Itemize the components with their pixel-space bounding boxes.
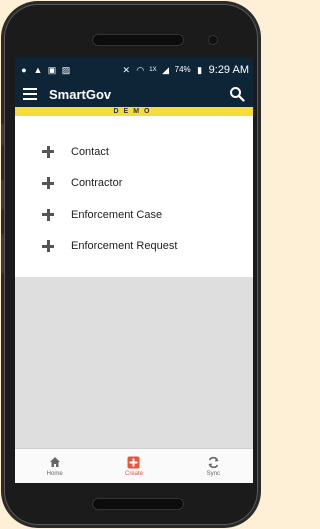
network-label: 1X bbox=[149, 66, 157, 73]
phone-screen: ● ▲ ▣ ▨ ✕ ◠ 1X ◢ 74% ▮ 9:29 AM SmartGov … bbox=[15, 58, 253, 483]
battery-icon: ▮ bbox=[197, 64, 203, 75]
wifi-icon: ◠ bbox=[136, 64, 145, 75]
message-icon: ● bbox=[21, 64, 27, 75]
app-title: SmartGov bbox=[49, 86, 112, 102]
battery-percent: 74% bbox=[174, 65, 191, 74]
tab-home[interactable]: Home bbox=[15, 449, 94, 483]
app-bar: SmartGov bbox=[15, 81, 253, 107]
sync-icon bbox=[207, 455, 220, 469]
bottom-speaker bbox=[92, 498, 184, 510]
plus-square-icon bbox=[127, 455, 140, 469]
create-item-enforcement-case[interactable]: Enforcement Case bbox=[15, 199, 253, 231]
earpiece-speaker bbox=[92, 34, 184, 46]
create-item-label: Contact bbox=[71, 145, 109, 158]
tab-sync[interactable]: Sync bbox=[174, 449, 253, 483]
document-icon: ▣ bbox=[47, 64, 57, 75]
create-item-label: Enforcement Case bbox=[71, 208, 163, 221]
create-item-contractor[interactable]: Contractor bbox=[15, 168, 253, 200]
tab-create[interactable]: Create bbox=[94, 449, 173, 483]
demo-banner: DEMO bbox=[15, 107, 253, 116]
create-item-enforcement-request[interactable]: Enforcement Request bbox=[15, 231, 253, 263]
status-bar: ● ▲ ▣ ▨ ✕ ◠ 1X ◢ 74% ▮ 9:29 AM bbox=[15, 58, 253, 81]
bottom-navigation: Home Create Sync bbox=[15, 448, 253, 483]
mute-icon: ✕ bbox=[122, 64, 131, 75]
tab-label: Sync bbox=[206, 471, 220, 477]
create-list: Contact Contractor Enforcement Case Enfo… bbox=[15, 116, 253, 277]
signal-icon: ◢ bbox=[162, 64, 170, 75]
plus-icon bbox=[42, 208, 54, 221]
home-icon bbox=[49, 455, 61, 469]
create-item-label: Contractor bbox=[71, 177, 123, 190]
menu-icon[interactable] bbox=[23, 88, 37, 100]
plus-icon bbox=[42, 177, 54, 190]
clock: 9:29 AM bbox=[208, 63, 249, 76]
tab-label: Create bbox=[124, 471, 143, 477]
side-button bbox=[1, 234, 4, 274]
search-icon[interactable] bbox=[229, 86, 245, 102]
create-item-contact[interactable]: Contact bbox=[15, 136, 253, 168]
warning-icon: ▲ bbox=[33, 64, 43, 75]
plus-icon bbox=[42, 145, 54, 158]
image-icon: ▨ bbox=[61, 64, 71, 75]
side-button bbox=[1, 124, 4, 146]
front-camera bbox=[208, 35, 218, 45]
plus-icon bbox=[42, 240, 54, 253]
side-button bbox=[1, 180, 4, 210]
tab-label: Home bbox=[46, 471, 63, 477]
create-item-label: Enforcement Request bbox=[71, 240, 178, 253]
